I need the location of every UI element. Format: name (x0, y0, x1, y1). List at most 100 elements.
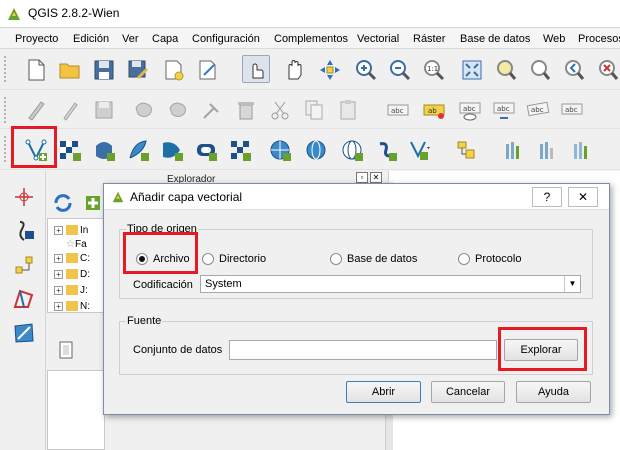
menu-complementos[interactable]: Complementos (274, 33, 348, 45)
add-delimited-text-layer-icon[interactable] (338, 136, 366, 164)
move-feature-icon[interactable] (164, 96, 192, 124)
menu-raster[interactable]: Ráster (413, 33, 445, 45)
grass-icon[interactable] (10, 319, 38, 347)
zoom-next-icon[interactable] (594, 56, 620, 84)
copy-features-icon[interactable] (300, 96, 328, 124)
expand-icon[interactable]: + (54, 225, 63, 235)
pan-icon[interactable] (280, 56, 308, 84)
show-hide-labels-icon[interactable]: abc (456, 96, 484, 124)
new-project-icon[interactable] (22, 56, 50, 84)
menu-web[interactable]: Web (543, 33, 565, 45)
zoom-to-selection-icon[interactable] (492, 56, 520, 84)
radio-label: Directorio (219, 253, 267, 265)
menu-capa[interactable]: Capa (152, 33, 178, 45)
close-dialog-button[interactable]: ✕ (568, 187, 598, 207)
radio-label: Base de datos (347, 253, 418, 265)
open-project-icon[interactable] (56, 56, 84, 84)
help-title-button[interactable]: ? (532, 187, 562, 207)
zoom-last-icon[interactable] (560, 56, 588, 84)
new-print-composer-icon[interactable] (160, 56, 188, 84)
toolbar-grip[interactable] (4, 97, 10, 123)
touch-zoom-icon[interactable] (242, 55, 270, 83)
add-feature-icon[interactable] (130, 96, 158, 124)
menu-base-de-datos[interactable]: Base de datos (460, 33, 530, 45)
add-postgis-layer-icon[interactable] (90, 136, 118, 164)
add-wfs-layer-icon[interactable] (302, 136, 330, 164)
new-shapefile-layer-icon[interactable] (372, 136, 400, 164)
encoding-select[interactable]: System ▼ (200, 275, 581, 293)
radio-protocolo[interactable]: Protocolo (458, 253, 521, 265)
radio-directorio[interactable]: Directorio (202, 253, 266, 265)
toolbar-grip[interactable] (4, 136, 10, 162)
add-raster-layer-icon[interactable] (56, 136, 84, 164)
cancel-button[interactable]: Cancelar (431, 381, 505, 403)
folder-icon (66, 269, 78, 280)
menu-edicion[interactable]: Edición (73, 33, 109, 45)
float-panel-icon[interactable]: ▫ (356, 172, 368, 183)
close-panel-icon[interactable]: ✕ (370, 172, 382, 183)
move-label-icon[interactable]: abc (490, 96, 518, 124)
composer-manager-icon[interactable] (194, 56, 222, 84)
save-project-icon[interactable] (90, 56, 118, 84)
rotate-label-icon[interactable]: abc (524, 96, 552, 124)
label-icon[interactable]: abc (384, 96, 412, 124)
zoom-actual-icon[interactable]: 1:1 (420, 56, 448, 84)
attribute-table-icon[interactable] (452, 136, 480, 164)
tree-item[interactable]: + D: (54, 269, 90, 281)
expand-icon[interactable]: + (54, 269, 63, 279)
change-label-icon[interactable]: abc (558, 96, 586, 124)
dataset-input[interactable] (229, 340, 497, 360)
open-button[interactable]: Abrir (346, 381, 421, 403)
refresh-icon[interactable] (49, 189, 77, 217)
delete-selected-icon[interactable] (232, 96, 260, 124)
menu-configuracion[interactable]: Configuración (192, 33, 260, 45)
radio-base-de-datos[interactable]: Base de datos (330, 253, 417, 265)
toolbar-grip[interactable] (4, 56, 10, 82)
georeferencer-icon[interactable] (10, 217, 38, 245)
layers-icon[interactable] (52, 336, 80, 364)
cut-features-icon[interactable] (266, 96, 294, 124)
node-tool-icon[interactable] (198, 96, 226, 124)
svg-text:abc: abc (497, 105, 510, 113)
zoom-to-layer-icon[interactable] (526, 56, 554, 84)
digitize-icon[interactable] (10, 183, 38, 211)
add-wcs-layer-icon[interactable] (266, 136, 294, 164)
add-oracle-layer-icon[interactable] (192, 136, 220, 164)
zoom-out-icon[interactable] (386, 56, 414, 84)
pan-to-selection-icon[interactable] (316, 56, 344, 84)
expand-icon[interactable]: + (54, 301, 63, 311)
save-as-icon[interactable] (124, 56, 152, 84)
add-vector-layer-icon[interactable] (10, 285, 38, 313)
menu-procesos[interactable]: Procesos (578, 33, 620, 45)
radio-indicator[interactable] (202, 253, 214, 265)
tree-item[interactable]: + J: (54, 285, 88, 297)
menu-ver[interactable]: Ver (122, 33, 139, 45)
add-spatialite-layer-icon[interactable] (124, 136, 152, 164)
radio-indicator[interactable] (330, 253, 342, 265)
tree-item[interactable]: + N: (54, 301, 90, 313)
menu-vectorial[interactable]: Vectorial (357, 33, 399, 45)
capture-point-icon[interactable] (10, 251, 38, 279)
expand-icon[interactable]: + (54, 253, 63, 263)
toggle-editing-icon[interactable] (56, 96, 84, 124)
radio-indicator[interactable] (458, 253, 470, 265)
menu-proyecto[interactable]: Proyecto (15, 33, 58, 45)
zoom-in-icon[interactable] (352, 56, 380, 84)
save-edits-icon[interactable] (90, 96, 118, 124)
add-virtual-layer-icon[interactable] (406, 136, 434, 164)
add-mssql-layer-icon[interactable] (158, 136, 186, 164)
graph-icon[interactable] (568, 136, 596, 164)
paste-features-icon[interactable] (334, 96, 362, 124)
help-button[interactable]: Ayuda (516, 381, 591, 403)
tree-item[interactable]: + In (54, 225, 88, 237)
stats-icon[interactable] (500, 136, 528, 164)
tree-item[interactable]: + C: (54, 253, 90, 265)
graph-icon[interactable] (534, 136, 562, 164)
add-wms-layer-icon[interactable] (226, 136, 254, 164)
pin-labels-icon[interactable]: ab (420, 96, 448, 124)
current-edits-icon[interactable] (22, 96, 50, 124)
expand-icon[interactable]: + (54, 285, 63, 295)
zoom-full-icon[interactable] (458, 56, 486, 84)
chevron-down-icon[interactable]: ▼ (564, 276, 580, 292)
tree-item[interactable]: ☆Fa (66, 239, 87, 251)
